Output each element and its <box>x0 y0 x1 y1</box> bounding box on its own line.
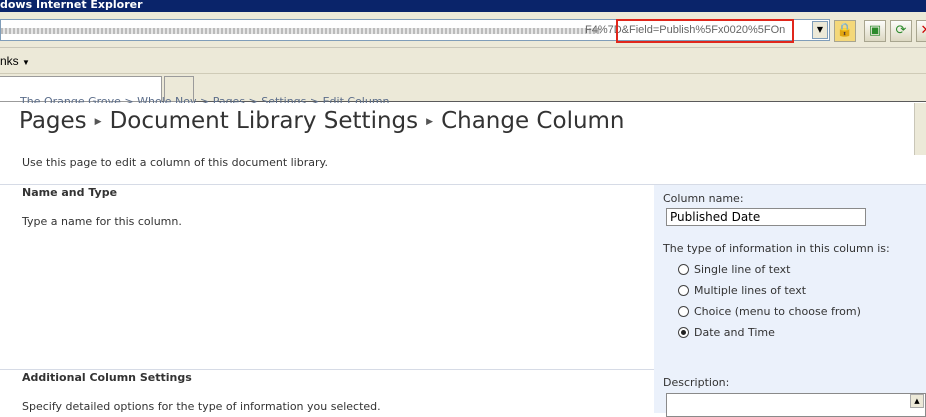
radio-button[interactable] <box>678 306 689 317</box>
title-part-library-settings[interactable]: Document Library Settings <box>110 108 419 134</box>
type-option-label: Single line of text <box>694 263 791 276</box>
lock-icon[interactable]: 🔒 <box>834 20 856 42</box>
type-option-date-time[interactable]: Date and Time <box>678 326 775 339</box>
type-option-label: Choice (menu to choose from) <box>694 305 861 318</box>
column-name-label: Column name: <box>663 192 744 205</box>
chevron-down-icon: ▼ <box>22 58 30 67</box>
title-separator-icon: ▶ <box>94 116 102 127</box>
section-title-name-type: Name and Type <box>22 186 118 199</box>
window-titlebar: dows Internet Explorer <box>0 0 926 12</box>
links-toolbar: nks ▼ <box>0 48 926 74</box>
description-textarea[interactable] <box>666 393 926 417</box>
title-part-pages[interactable]: Pages <box>19 108 87 134</box>
column-name-input[interactable]: Published Date <box>666 208 866 226</box>
type-option-multiple-lines[interactable]: Multiple lines of text <box>678 284 806 297</box>
breadcrumb[interactable]: The Orange Grove > Whole Nov > Pages > S… <box>20 95 390 103</box>
scroll-up-icon[interactable]: ▲ <box>910 394 924 408</box>
stop-icon[interactable]: ✕ <box>916 20 926 42</box>
radio-button-checked[interactable] <box>678 327 689 338</box>
section-desc-additional: Specify detailed options for the type of… <box>22 400 381 413</box>
section-title-additional: Additional Column Settings <box>22 371 192 384</box>
page-title: Pages ▶ Document Library Settings ▶ Change C… <box>19 108 625 134</box>
url-highlight-box <box>616 19 794 43</box>
type-label: The type of information in this column i… <box>663 242 890 255</box>
address-dropdown-icon[interactable]: ▼ <box>812 21 828 39</box>
radio-button[interactable] <box>678 264 689 275</box>
description-label: Description: <box>663 376 730 389</box>
type-option-label: Date and Time <box>694 326 775 339</box>
window-title: dows Internet Explorer <box>0 0 143 11</box>
address-bar: F4%7D&Field=Publish%5Fx0020%5FOn ▼ 🔒 ▣ ⟳… <box>0 12 926 48</box>
radio-button[interactable] <box>678 285 689 296</box>
title-part-change-column: Change Column <box>441 108 625 134</box>
type-option-single-line[interactable]: Single line of text <box>678 263 790 276</box>
title-separator-icon: ▶ <box>426 116 434 127</box>
address-blurred-text <box>1 28 601 34</box>
section-desc-name-type: Type a name for this column. <box>22 215 182 228</box>
links-menu[interactable]: nks ▼ <box>0 54 30 68</box>
type-option-label: Multiple lines of text <box>694 284 807 297</box>
page-description: Use this page to edit a column of this d… <box>22 156 328 169</box>
page-scrollbar[interactable] <box>914 103 926 155</box>
links-label: nks <box>0 54 19 68</box>
type-option-choice[interactable]: Choice (menu to choose from) <box>678 305 861 318</box>
refresh-icon[interactable]: ⟳ <box>890 20 912 42</box>
section-divider <box>0 369 654 370</box>
compatibility-icon[interactable]: ▣ <box>864 20 886 42</box>
